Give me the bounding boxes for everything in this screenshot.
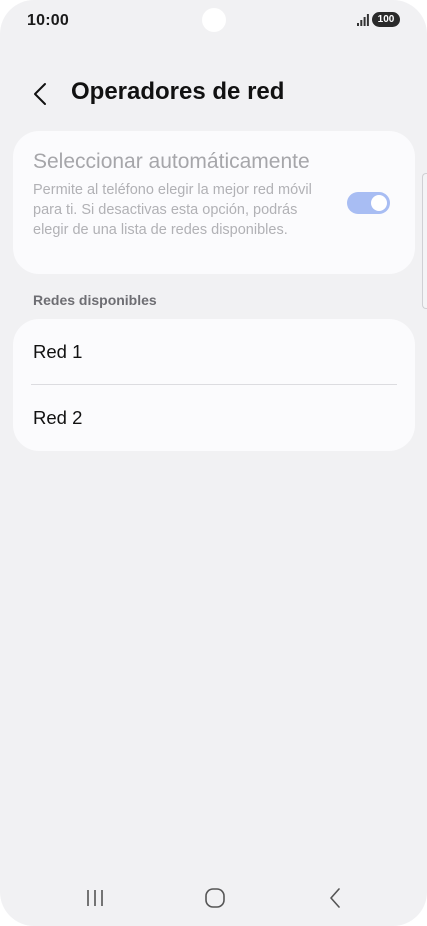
auto-select-toggle[interactable]: [347, 192, 390, 214]
network-item-red-1[interactable]: Red 1: [13, 319, 415, 385]
auto-select-title: Seleccionar automáticamente: [33, 150, 310, 173]
home-button[interactable]: [195, 880, 235, 916]
toggle-knob: [371, 195, 387, 211]
battery-icon: 100: [372, 12, 400, 27]
chevron-left-icon: [34, 83, 46, 105]
back-button[interactable]: [26, 80, 54, 108]
nav-back-button[interactable]: [315, 880, 355, 916]
status-bar: 10:00 100: [0, 0, 427, 44]
network-label: Red 1: [33, 341, 83, 362]
header: Operadores de red: [0, 70, 427, 118]
navigation-bar: [0, 870, 427, 926]
auto-select-card[interactable]: Seleccionar automáticamente Permite al t…: [13, 131, 415, 274]
recent-apps-icon: [87, 890, 103, 906]
section-label-available-networks: Redes disponibles: [33, 292, 157, 308]
network-label: Red 2: [33, 407, 83, 428]
network-item-red-2[interactable]: Red 2: [13, 385, 415, 451]
recent-apps-button[interactable]: [75, 880, 115, 916]
phone-screen: 10:00 100 Operadores de red Seleccionar …: [0, 0, 427, 926]
auto-select-description: Permite al teléfono elegir la mejor red …: [33, 182, 312, 238]
page-title: Operadores de red: [71, 78, 285, 105]
scroll-indicator[interactable]: [422, 173, 427, 309]
home-icon: [205, 888, 225, 908]
camera-cutout: [202, 8, 226, 32]
networks-card: Red 1 Red 2: [13, 319, 415, 451]
status-time: 10:00: [27, 12, 69, 29]
signal-icon: [357, 14, 369, 26]
back-icon: [330, 888, 340, 908]
